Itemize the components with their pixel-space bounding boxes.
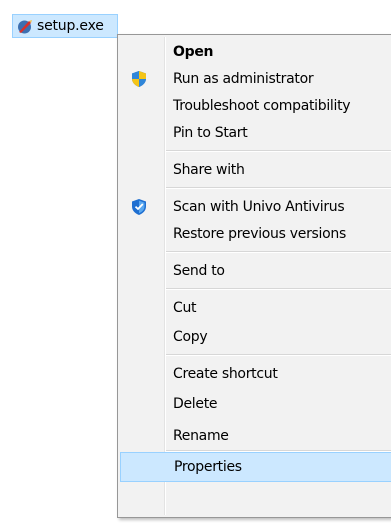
menu-separator [166, 150, 391, 152]
menu-item-pin-to-start[interactable]: Pin to Start [120, 119, 391, 146]
menu-item-scan-antivirus[interactable]: Scan with Univo Antivirus [120, 193, 391, 220]
menu-item-send-to[interactable]: Send to [120, 257, 391, 284]
menu-separator [166, 354, 391, 356]
menu-item-label: Open [173, 43, 214, 60]
menu-item-label: Copy [173, 328, 208, 345]
menu-item-rename[interactable]: Rename [120, 422, 391, 449]
menu-item-label: Send to [173, 262, 225, 279]
menu-item-open[interactable]: Open [120, 38, 391, 65]
menu-item-label: Troubleshoot compatibility [173, 97, 351, 114]
menu-item-properties[interactable]: Properties [120, 452, 391, 482]
menu-item-label: Properties [174, 459, 242, 475]
menu-item-label: Rename [173, 427, 229, 444]
menu-separator [166, 288, 391, 290]
file-name-label: setup.exe [37, 18, 104, 34]
menu-separator [166, 251, 391, 253]
menu-item-label: Run as administrator [173, 70, 314, 87]
menu-item-create-shortcut[interactable]: Create shortcut [120, 360, 391, 387]
menu-separator [166, 187, 391, 189]
menu-item-label: Pin to Start [173, 124, 248, 141]
menu-item-label: Create shortcut [173, 365, 278, 382]
menu-item-label: Restore previous versions [173, 225, 346, 242]
menu-item-delete[interactable]: Delete [120, 390, 391, 417]
selected-file-item[interactable]: setup.exe [12, 14, 118, 38]
menu-item-cut[interactable]: Cut [120, 294, 391, 321]
menu-item-label: Cut [173, 299, 197, 316]
menu-item-troubleshoot-compatibility[interactable]: Troubleshoot compatibility [120, 92, 391, 119]
menu-item-restore-previous-versions[interactable]: Restore previous versions [120, 220, 391, 247]
uac-shield-icon [132, 70, 146, 87]
antivirus-shield-icon [132, 198, 146, 215]
menu-item-run-as-administrator[interactable]: Run as administrator [120, 65, 391, 92]
desktop-area: setup.exe Open Run as administrator Trou… [0, 0, 391, 523]
menu-item-copy[interactable]: Copy [120, 323, 391, 350]
context-menu: Open Run as administrator Troubleshoot c… [117, 34, 391, 518]
menu-item-label: Share with [173, 161, 245, 178]
menu-item-label: Delete [173, 395, 218, 412]
setup-file-icon [18, 19, 32, 33]
menu-item-share-with[interactable]: Share with [120, 156, 391, 183]
menu-item-label: Scan with Univo Antivirus [173, 198, 345, 215]
